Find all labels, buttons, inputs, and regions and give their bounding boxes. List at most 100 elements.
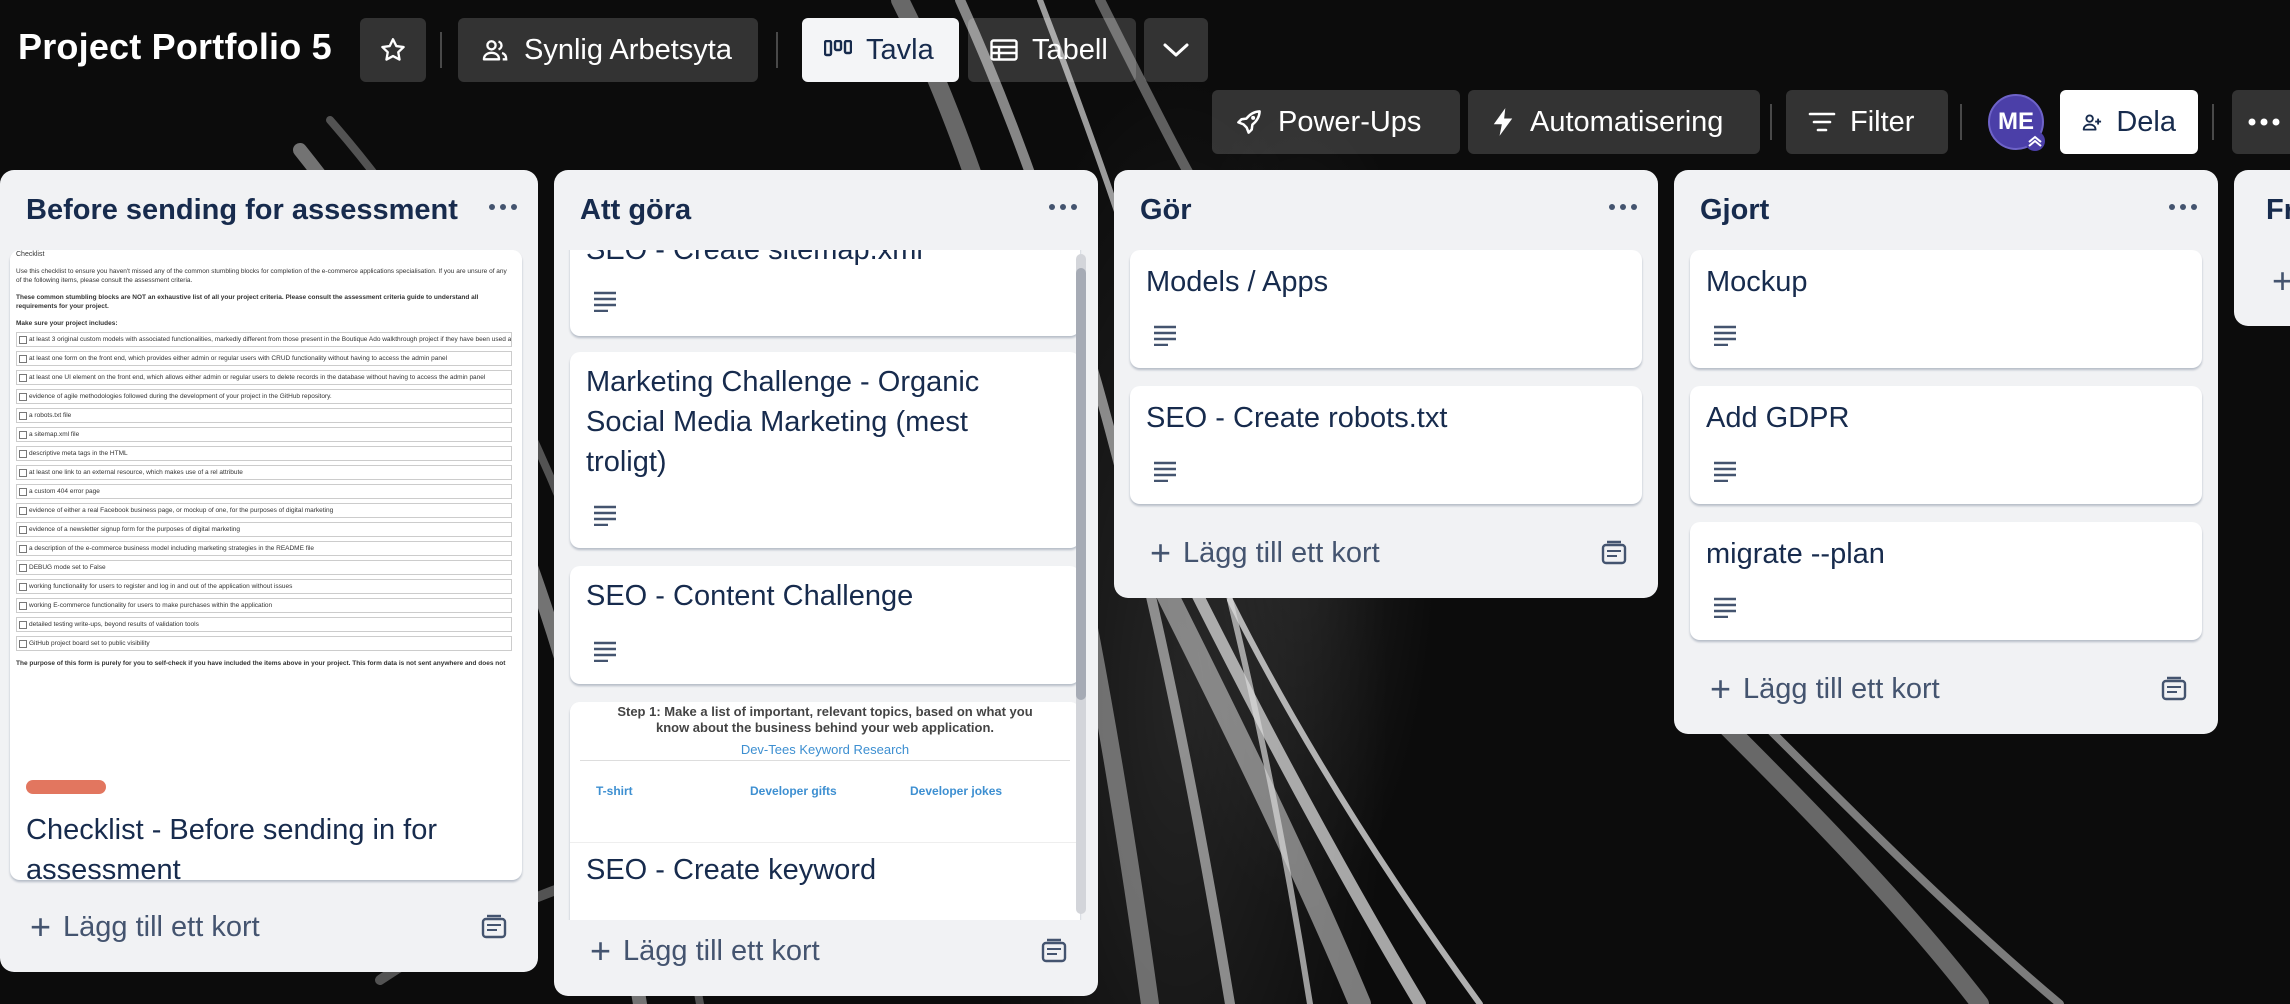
share-button[interactable]: Dela bbox=[2060, 90, 2198, 154]
card-title: Add GDPR bbox=[1706, 402, 1850, 434]
list-title[interactable]: Gjort bbox=[1700, 194, 1769, 227]
people-icon bbox=[482, 40, 508, 61]
card-template-icon[interactable] bbox=[1600, 540, 1628, 566]
board-title[interactable]: Project Portfolio 5 bbox=[18, 26, 332, 68]
views-dropdown-button[interactable] bbox=[1144, 18, 1208, 82]
visibility-button[interactable]: Synlig Arbetsyta bbox=[458, 18, 758, 82]
cover-column: Developer gifts bbox=[750, 784, 837, 798]
add-card-button[interactable]: + Lägg till ett kort bbox=[1710, 664, 1940, 714]
description-icon bbox=[1714, 597, 1736, 618]
list-cards-scroll[interactable]: SEO - Create sitemap.xml Marketing Chall… bbox=[554, 250, 1098, 920]
card-models-apps[interactable]: Models / Apps bbox=[1130, 250, 1642, 368]
list-header: Gjort bbox=[1674, 170, 2218, 250]
checkbox-icon bbox=[19, 374, 27, 382]
checkbox-icon bbox=[19, 393, 27, 401]
card-content-challenge[interactable]: SEO - Content Challenge bbox=[570, 566, 1080, 684]
star-button[interactable] bbox=[360, 18, 426, 82]
power-ups-label: Power-Ups bbox=[1278, 105, 1422, 138]
list-title[interactable]: Att göra bbox=[580, 194, 691, 227]
card-template-icon[interactable] bbox=[2160, 676, 2188, 702]
list-before-sending: Before sending for assessment Checklist U… bbox=[0, 170, 538, 972]
card-template-icon[interactable] bbox=[480, 914, 508, 940]
card-template-icon[interactable] bbox=[1040, 938, 1068, 964]
checkbox-icon bbox=[19, 488, 27, 496]
card-mockup[interactable]: Mockup bbox=[1690, 250, 2202, 368]
list-menu-button[interactable] bbox=[488, 192, 518, 230]
add-card-button[interactable]: + Lägg till ett kort bbox=[590, 926, 820, 976]
card-create-keyword[interactable]: Step 1: Make a list of important, releva… bbox=[570, 702, 1080, 920]
card-title: migrate --plan bbox=[1706, 538, 1885, 570]
more-horizontal-icon bbox=[1049, 204, 1077, 210]
list-title[interactable]: Gör bbox=[1140, 194, 1192, 227]
cover-line: working E-commerce functionality for use… bbox=[16, 598, 512, 613]
checkbox-icon bbox=[19, 336, 27, 344]
checkbox-icon bbox=[19, 431, 27, 439]
plus-icon: + bbox=[1150, 532, 1172, 573]
description-icon bbox=[1714, 461, 1736, 482]
list-gor: Gör Models / Apps SEO - Create robots.tx… bbox=[1114, 170, 1658, 598]
cover-line: at least one UI element on the front end… bbox=[16, 370, 512, 385]
scrollbar-thumb[interactable] bbox=[1076, 268, 1086, 700]
card-title: SEO - Content Challenge bbox=[586, 580, 914, 612]
cover-line: a sitemap.xml file bbox=[16, 427, 512, 442]
add-card-button[interactable]: + Lägg till ett kort bbox=[30, 902, 260, 952]
card-checklist[interactable]: Checklist Use this checklist to ensure yo… bbox=[10, 250, 522, 880]
cover-table-title: Dev-Tees Keyword Research bbox=[740, 742, 910, 757]
header-divider bbox=[1960, 104, 1962, 140]
card-marketing-challenge[interactable]: Marketing Challenge - Organic Social Med… bbox=[570, 352, 1080, 548]
card-migrate[interactable]: migrate --plan bbox=[1690, 522, 2202, 640]
automation-label: Automatisering bbox=[1530, 105, 1724, 138]
cover-line: evidence of agile methodologies followed… bbox=[16, 389, 512, 404]
cover-line: evidence of a newsletter signup form for… bbox=[16, 522, 512, 537]
checkbox-icon bbox=[19, 602, 27, 610]
add-card-button[interactable]: + Lägg till ett kort bbox=[1150, 528, 1380, 578]
card-cover-keyword: Step 1: Make a list of important, releva… bbox=[570, 702, 1080, 843]
cover-line: Use this checklist to ensure you haven't… bbox=[16, 268, 507, 284]
card-title: SEO - Create robots.txt bbox=[1146, 402, 1448, 434]
cover-column: Developer jokes bbox=[910, 784, 1003, 798]
checkbox-icon bbox=[19, 564, 27, 572]
list-title[interactable]: Fr bbox=[2266, 194, 2290, 227]
list-menu-button[interactable] bbox=[1608, 192, 1638, 230]
checklist-cover-text: Checklist Use this checklist to ensure yo… bbox=[16, 250, 512, 672]
list-menu-button[interactable] bbox=[1048, 192, 1078, 230]
add-card-label: Lägg till ett kort bbox=[1743, 672, 1940, 705]
view-table-button[interactable]: Tabell bbox=[968, 18, 1136, 82]
view-board-button[interactable]: Tavla bbox=[802, 18, 959, 82]
add-card-label: Lägg till ett kort bbox=[1183, 536, 1380, 569]
checkbox-icon bbox=[19, 355, 27, 363]
description-icon bbox=[594, 505, 616, 526]
list-att-gora: Att göra SEO - Create sitemap.xml Market… bbox=[554, 170, 1098, 996]
member-avatar[interactable]: ME bbox=[1988, 94, 2045, 151]
checkbox-icon bbox=[19, 545, 27, 553]
card-sitemap[interactable]: SEO - Create sitemap.xml bbox=[570, 250, 1080, 336]
checkbox-icon bbox=[19, 526, 27, 534]
card-label[interactable] bbox=[26, 780, 106, 794]
cover-line: GitHub project board set to public visib… bbox=[16, 636, 512, 651]
filter-button[interactable]: Filter bbox=[1786, 90, 1948, 154]
header-divider bbox=[776, 32, 778, 68]
add-person-icon bbox=[2082, 114, 2102, 131]
board-menu-button[interactable] bbox=[2232, 90, 2290, 154]
card-title: SEO - Create sitemap.xml bbox=[586, 250, 923, 266]
cover-line: a description of the e-commerce business… bbox=[16, 541, 512, 556]
cover-line: Make sure your project includes: bbox=[16, 320, 118, 327]
admin-badge-icon bbox=[2025, 131, 2045, 151]
list-scrollbar[interactable] bbox=[1076, 254, 1086, 914]
filter-icon bbox=[1808, 112, 1836, 132]
cover-line: evidence of either a real Facebook busin… bbox=[16, 503, 512, 518]
cover-line: a custom 404 error page bbox=[16, 484, 512, 499]
checkbox-icon bbox=[19, 412, 27, 420]
add-card-button[interactable]: + bbox=[2272, 256, 2290, 306]
list-title[interactable]: Before sending for assessment bbox=[26, 194, 458, 227]
automation-button[interactable]: Automatisering bbox=[1468, 90, 1760, 154]
header-divider bbox=[1770, 104, 1772, 140]
card-gdpr[interactable]: Add GDPR bbox=[1690, 386, 2202, 504]
header-divider bbox=[2212, 104, 2214, 140]
card-robots[interactable]: SEO - Create robots.txt bbox=[1130, 386, 1642, 504]
checkbox-icon bbox=[19, 583, 27, 591]
more-horizontal-icon bbox=[1609, 204, 1637, 210]
power-ups-button[interactable]: Power-Ups bbox=[1212, 90, 1460, 154]
card-title: Checklist - Before sending in for assess… bbox=[26, 814, 438, 880]
list-menu-button[interactable] bbox=[2168, 192, 2198, 230]
